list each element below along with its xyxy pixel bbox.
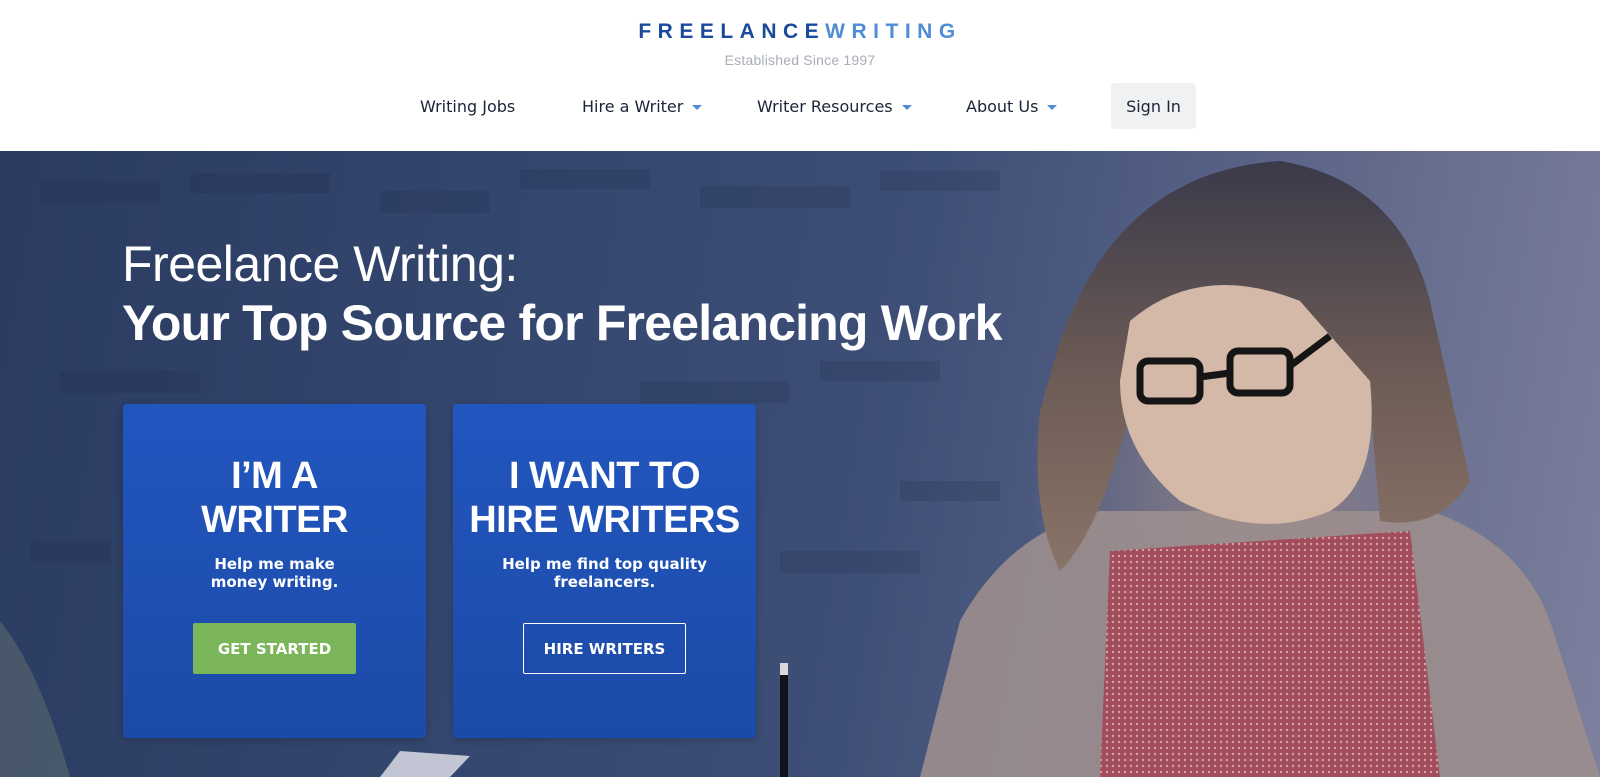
site-header: FREELANCEWRITING Established Since 1997 …	[0, 0, 1600, 151]
hero-section: Freelance Writing: Your Top Source for F…	[0, 151, 1600, 777]
writer-card-subtitle: Help me make money writing.	[143, 555, 406, 591]
site-logo[interactable]: FREELANCEWRITING	[0, 20, 1600, 44]
nav-item-label: Writer Resources	[757, 96, 893, 116]
logo-text-writing: WRITING	[825, 20, 962, 43]
hire-card-title-line2: HIRE WRITERS	[469, 499, 740, 541]
hire-card-subtitle-line1: Help me find top quality	[502, 555, 707, 573]
hire-writers-button[interactable]: HIRE WRITERS	[523, 623, 686, 674]
hire-card: I WANT TO HIRE WRITERS Help me find top …	[453, 404, 756, 738]
nav-item-label: About Us	[966, 96, 1039, 116]
sign-in-button[interactable]: Sign In	[1111, 83, 1196, 129]
writer-card-title-line2: WRITER	[201, 499, 348, 541]
nav-item-label: Hire a Writer	[582, 96, 684, 116]
logo-text-freelance: FREELANCE	[638, 20, 826, 43]
hire-card-subtitle: Help me find top quality freelancers.	[473, 555, 736, 591]
writer-card-subtitle-line2: money writing.	[210, 573, 339, 591]
hire-card-title: I WANT TO HIRE WRITERS	[453, 454, 756, 542]
writer-card-title-line1: I’M A	[231, 455, 318, 497]
get-started-button[interactable]: GET STARTED	[193, 623, 356, 674]
hire-card-title-line1: I WANT TO	[508, 455, 701, 497]
hero-headline-line1: Freelance Writing:	[122, 236, 518, 292]
chevron-down-icon	[692, 104, 703, 110]
nav-item-label: Writing Jobs	[420, 96, 516, 116]
writer-card: I’M A WRITER Help me make money writing.…	[123, 404, 426, 738]
hire-card-subtitle-line2: freelancers.	[553, 573, 656, 591]
nav-item-about-us[interactable]: About Us	[966, 84, 1058, 128]
writer-card-subtitle-line1: Help me make	[214, 555, 335, 573]
site-tagline: Established Since 1997	[724, 52, 876, 68]
writer-card-title: I’M A WRITER	[123, 454, 426, 542]
chevron-down-icon	[901, 104, 912, 110]
nav-item-writing-jobs[interactable]: Writing Jobs	[420, 84, 515, 128]
chevron-down-icon	[1047, 104, 1058, 110]
hero-headline-line2: Your Top Source for Freelancing Work	[122, 295, 1002, 351]
nav-item-hire-a-writer[interactable]: Hire a Writer	[582, 84, 703, 128]
nav-item-writer-resources[interactable]: Writer Resources	[757, 84, 912, 128]
